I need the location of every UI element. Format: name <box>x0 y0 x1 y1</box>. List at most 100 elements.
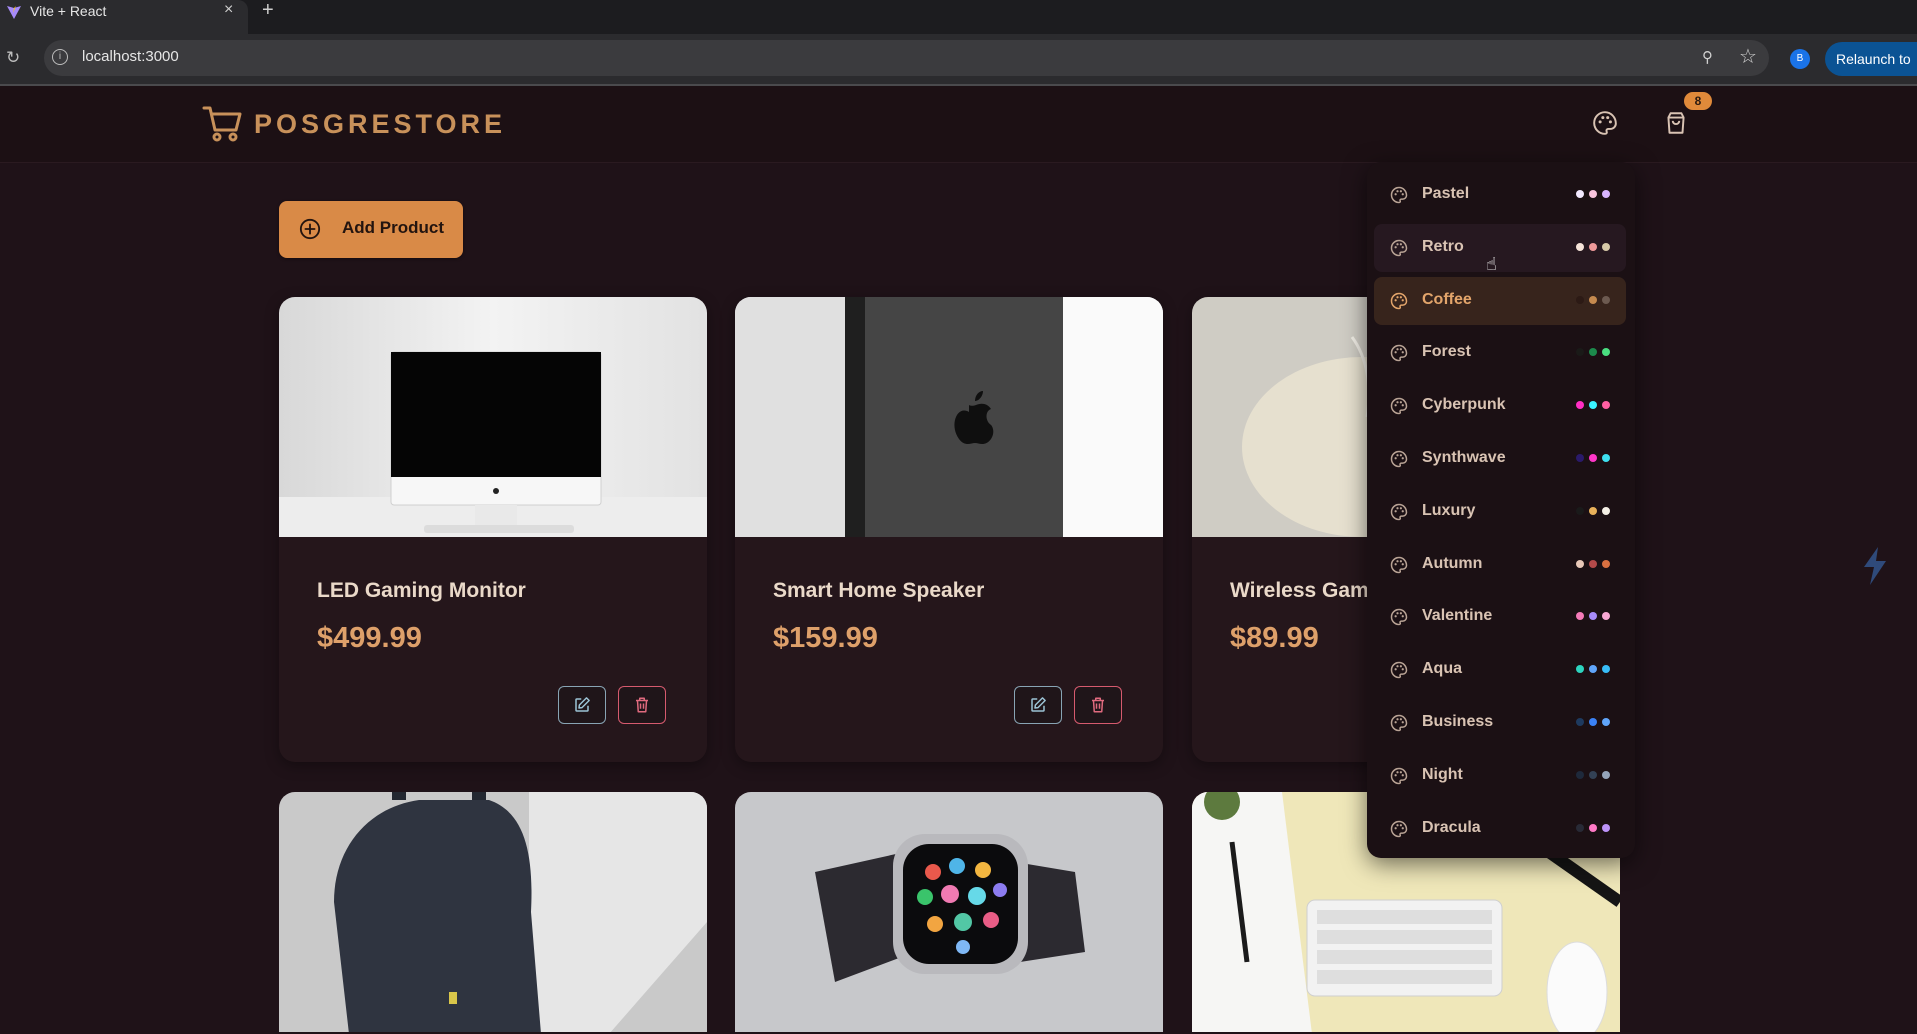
palette-icon <box>1390 608 1408 626</box>
product-price: $159.99 <box>773 622 878 654</box>
trash-icon <box>636 697 648 713</box>
site-info-icon[interactable]: i <box>52 49 68 65</box>
palette-icon <box>1390 450 1408 468</box>
reload-icon[interactable]: ↻ <box>6 48 20 68</box>
palette-icon <box>1390 661 1408 679</box>
theme-option-synthwave[interactable]: Synthwave <box>1374 435 1626 483</box>
color-swatch <box>1589 823 1597 832</box>
theme-label: Forest <box>1422 343 1471 361</box>
theme-option-aqua[interactable]: Aqua <box>1374 646 1626 694</box>
color-swatch <box>1589 295 1597 304</box>
theme-color-swatches <box>1576 718 1610 728</box>
theme-color-swatches <box>1576 454 1610 464</box>
theme-label: Autumn <box>1422 554 1483 572</box>
theme-color-swatches <box>1576 559 1610 570</box>
color-swatch <box>1589 454 1597 462</box>
theme-color-swatches <box>1576 823 1610 834</box>
color-swatch <box>1602 190 1610 198</box>
color-swatch <box>1576 401 1584 410</box>
theme-option-autumn[interactable]: Autumn <box>1374 541 1626 589</box>
tab-title: Vite + React <box>30 3 107 19</box>
theme-option-forest[interactable]: Forest <box>1374 329 1626 377</box>
tab-close-icon[interactable]: × <box>224 1 233 19</box>
delete-product-button[interactable] <box>618 686 666 724</box>
product-image-monitor[interactable] <box>279 297 707 537</box>
theme-option-pastel[interactable]: Pastel <box>1374 171 1626 219</box>
new-tab-button[interactable]: + <box>262 0 274 22</box>
color-swatch <box>1576 823 1584 832</box>
plus-circle-icon <box>299 218 321 240</box>
theme-option-coffee[interactable]: Coffee <box>1374 276 1626 325</box>
color-swatch <box>1589 190 1597 198</box>
color-swatch <box>1589 770 1597 779</box>
palette-icon <box>1390 503 1408 521</box>
theme-option-luxury[interactable]: Luxury <box>1374 488 1626 536</box>
palette-icon <box>1390 714 1408 732</box>
color-swatch <box>1589 665 1597 674</box>
browser-tab[interactable]: Vite + React × <box>0 0 248 34</box>
shopping-bag-icon[interactable] <box>1663 110 1689 136</box>
theme-option-night[interactable]: Night <box>1374 752 1626 800</box>
theme-label: Valentine <box>1422 607 1493 625</box>
edit-product-button[interactable] <box>558 686 606 724</box>
theme-color-swatches <box>1576 295 1610 306</box>
theme-label: Coffee <box>1422 290 1472 308</box>
theme-color-swatches <box>1576 348 1610 358</box>
theme-label: Cyberpunk <box>1422 396 1506 414</box>
product-image-speaker[interactable] <box>735 297 1163 537</box>
color-swatch <box>1589 718 1597 726</box>
browser-toolbar: ↻ i localhost:3000 ⚲ ☆ B Relaunch to <box>0 34 1917 86</box>
palette-icon <box>1390 397 1408 415</box>
color-swatch <box>1576 454 1584 462</box>
product-image-smartwatch[interactable] <box>735 792 1163 1032</box>
color-swatch <box>1589 348 1597 357</box>
zoom-icon[interactable]: ⚲ <box>1702 48 1713 66</box>
theme-selector-dropdown: Pastel Retro Coffee Forest Cyberpunk Synthwav… <box>1367 162 1635 858</box>
product-card: LED Gaming Monitor $499.99 <box>279 297 707 762</box>
profile-avatar[interactable]: B <box>1790 49 1810 69</box>
theme-option-retro[interactable]: Retro <box>1374 223 1626 272</box>
color-swatch <box>1576 770 1584 779</box>
color-swatch <box>1576 190 1584 198</box>
theme-option-dracula[interactable]: Dracula <box>1374 805 1626 853</box>
theme-color-swatches <box>1576 506 1610 517</box>
palette-icon <box>1390 186 1408 204</box>
color-swatch <box>1589 401 1597 410</box>
color-swatch <box>1589 559 1597 568</box>
theme-palette-icon[interactable] <box>1592 110 1618 136</box>
color-swatch <box>1602 506 1610 515</box>
shopping-cart-logo-icon <box>202 106 242 142</box>
product-image-backpack[interactable] <box>279 792 707 1032</box>
app-navbar: POSGRESTORE 8 <box>0 86 1917 163</box>
theme-label: Dracula <box>1422 818 1481 836</box>
color-swatch <box>1602 823 1610 832</box>
palette-icon <box>1390 820 1408 838</box>
bookmark-star-icon[interactable]: ☆ <box>1739 44 1757 69</box>
brand-logo-text[interactable]: POSGRESTORE <box>254 109 506 140</box>
theme-color-swatches <box>1576 665 1610 675</box>
edit-product-button[interactable] <box>1014 686 1062 724</box>
trash-icon <box>1092 697 1104 713</box>
palette-icon <box>1390 239 1408 257</box>
url-text: localhost:3000 <box>82 48 179 65</box>
theme-option-business[interactable]: Business <box>1374 699 1626 747</box>
vite-logo-icon <box>7 6 21 19</box>
theme-option-cyberpunk[interactable]: Cyberpunk <box>1374 382 1626 430</box>
theme-option-valentine[interactable]: Valentine <box>1374 593 1626 641</box>
color-swatch <box>1602 295 1610 304</box>
browser-tab-bar: Vite + React × + <box>0 0 1917 34</box>
palette-icon <box>1390 344 1408 362</box>
product-name: LED Gaming Monitor <box>317 579 526 602</box>
color-swatch <box>1602 559 1610 568</box>
color-swatch <box>1602 454 1610 462</box>
add-product-button[interactable]: Add Product <box>279 201 463 258</box>
extension-bolt-icon[interactable] <box>1858 545 1892 587</box>
color-swatch <box>1602 770 1610 779</box>
mouse-cursor-icon: ☝ <box>1486 254 1497 274</box>
relaunch-button[interactable]: Relaunch to <box>1825 42 1917 76</box>
edit-icon <box>575 697 590 712</box>
cart-count-badge: 8 <box>1684 92 1712 110</box>
address-bar[interactable]: i localhost:3000 ⚲ ☆ <box>44 40 1769 76</box>
color-swatch <box>1576 559 1584 568</box>
delete-product-button[interactable] <box>1074 686 1122 724</box>
